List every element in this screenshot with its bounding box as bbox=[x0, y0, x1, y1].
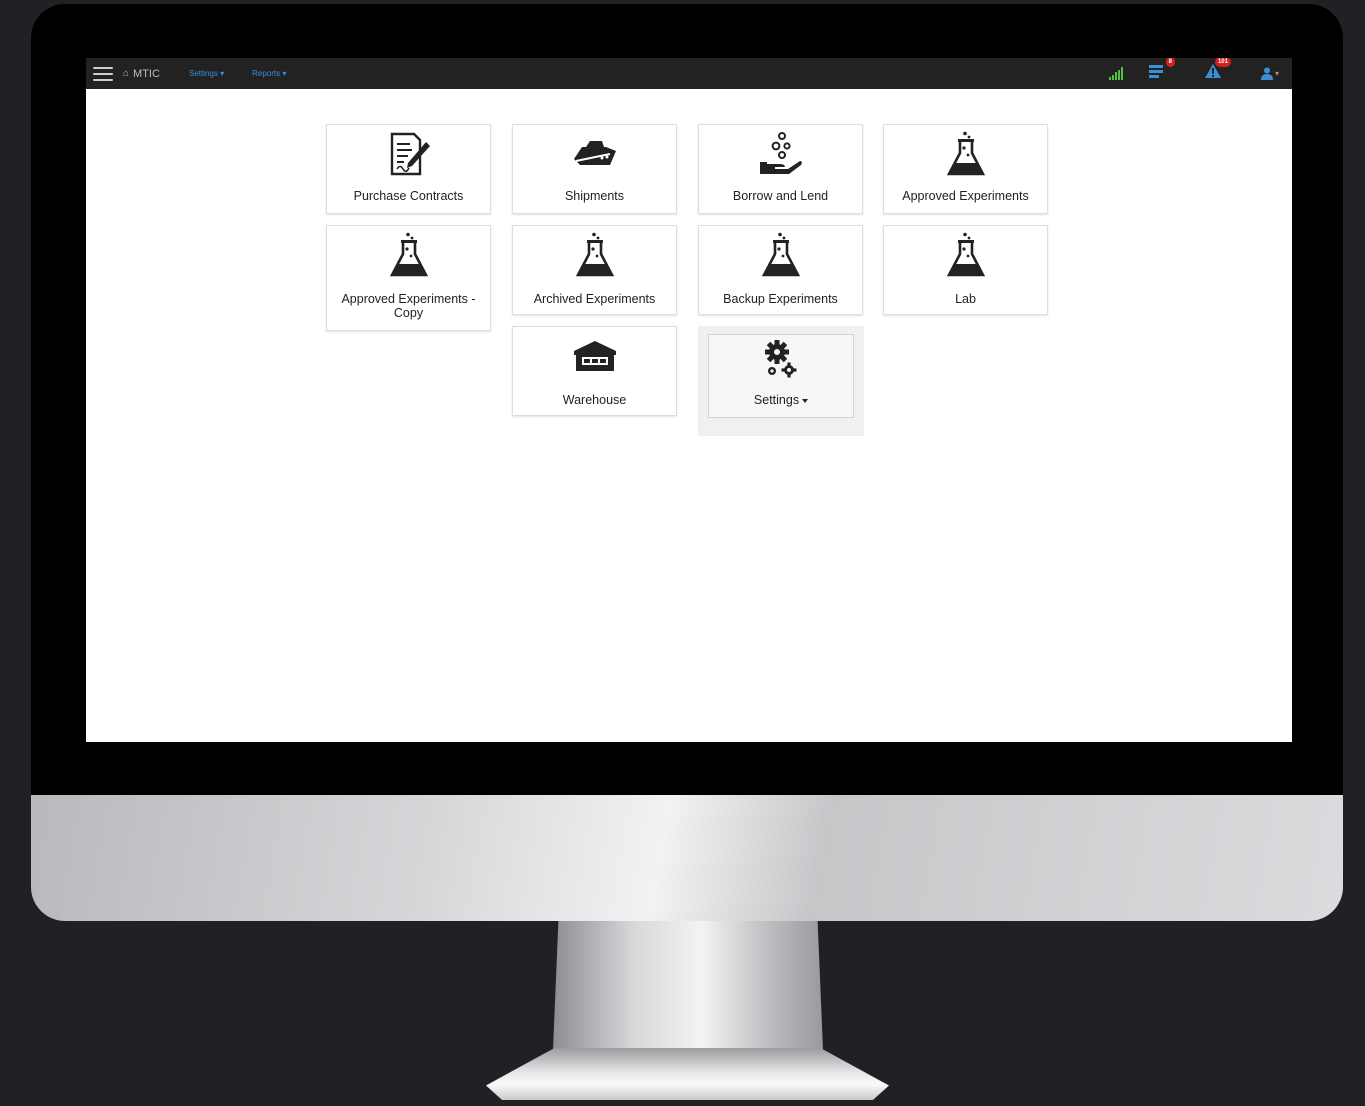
navbar-right: 8 101 ▾ bbox=[1108, 58, 1292, 89]
tile-label: Lab bbox=[955, 292, 976, 306]
alerts-button[interactable]: 101 bbox=[1204, 58, 1231, 83]
signal-strength-icon bbox=[1108, 67, 1123, 80]
flask-icon bbox=[761, 232, 800, 277]
chevron-down-icon: ▾ bbox=[220, 69, 225, 78]
settings-dropdown-wrapper: Settings bbox=[698, 326, 864, 436]
tile-archived-experiments[interactable]: Archived Experiments bbox=[512, 225, 677, 315]
flask-icon bbox=[946, 232, 985, 277]
flask-icon bbox=[575, 232, 614, 277]
contract-icon bbox=[390, 132, 430, 176]
warehouse-icon bbox=[573, 341, 616, 371]
monitor-stand-base bbox=[486, 1048, 889, 1100]
tile-lab[interactable]: Lab bbox=[883, 225, 1048, 315]
home-icon: ⌂ bbox=[123, 68, 130, 79]
tile-shipments[interactable]: Shipments bbox=[512, 124, 677, 214]
flask-icon bbox=[389, 232, 428, 277]
tile-warehouse[interactable]: Warehouse bbox=[512, 326, 677, 416]
reports-menu-label: Reports bbox=[252, 69, 281, 78]
alerts-badge: 101 bbox=[1214, 58, 1231, 67]
messages-button[interactable]: 8 bbox=[1148, 58, 1175, 83]
tile-label: Backup Experiments bbox=[723, 292, 838, 306]
tile-approved-experiments-copy[interactable]: Approved Experiments - Copy bbox=[326, 225, 491, 331]
tile-label: Warehouse bbox=[562, 393, 627, 407]
user-menu[interactable]: ▾ bbox=[1260, 67, 1279, 80]
caret-down-icon bbox=[802, 398, 809, 403]
monitor-frame: ⌂ MTIC Settings ▾ Reports ▾ 8 101 ▾ Purc… bbox=[31, 4, 1343, 921]
tile-label: Approved Experiments bbox=[902, 189, 1029, 203]
menu-toggle-button[interactable] bbox=[93, 66, 113, 81]
list-icon bbox=[1148, 65, 1163, 78]
tile-approved-experiments[interactable]: Approved Experiments bbox=[883, 124, 1048, 214]
app-screen: ⌂ MTIC Settings ▾ Reports ▾ 8 101 ▾ Purc… bbox=[86, 58, 1292, 742]
tile-settings[interactable]: Settings bbox=[708, 334, 854, 418]
chevron-down-icon: ▾ bbox=[1274, 69, 1279, 78]
tile-purchase-contracts[interactable]: Purchase Contracts bbox=[326, 124, 491, 214]
hand-coins-icon bbox=[759, 132, 802, 174]
messages-badge: 8 bbox=[1165, 58, 1175, 67]
tile-label: Shipments bbox=[564, 189, 625, 203]
monitor-chin bbox=[31, 795, 1343, 921]
tile-label: Archived Experiments bbox=[533, 292, 656, 306]
gears-icon bbox=[765, 340, 797, 378]
tile-label: Borrow and Lend bbox=[732, 189, 829, 203]
brand-link[interactable]: ⌂ MTIC bbox=[123, 68, 160, 80]
user-icon bbox=[1260, 67, 1273, 80]
flask-icon bbox=[946, 131, 985, 176]
tile-label: Settings bbox=[753, 393, 800, 407]
settings-menu-label: Settings bbox=[188, 69, 218, 78]
reports-menu[interactable]: Reports ▾ bbox=[252, 69, 286, 78]
brand-label: MTIC bbox=[133, 67, 160, 80]
tile-borrow-and-lend[interactable]: Borrow and Lend bbox=[698, 124, 863, 214]
top-navbar: ⌂ MTIC Settings ▾ Reports ▾ 8 101 ▾ bbox=[86, 58, 1292, 89]
tile-label: Approved Experiments - Copy bbox=[341, 292, 476, 320]
tile-backup-experiments[interactable]: Backup Experiments bbox=[698, 225, 863, 315]
tile-label: Purchase Contracts bbox=[353, 189, 464, 203]
ship-icon bbox=[573, 141, 616, 165]
settings-menu[interactable]: Settings ▾ bbox=[189, 69, 224, 78]
chevron-down-icon: ▾ bbox=[282, 69, 287, 78]
